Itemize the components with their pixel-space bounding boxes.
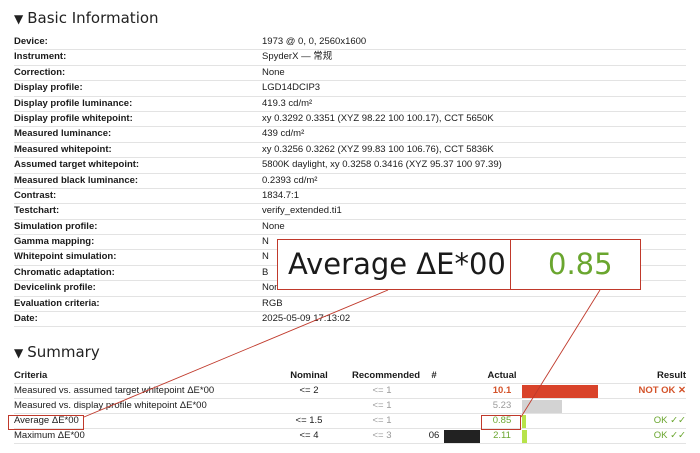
info-key: Instrument: (14, 51, 67, 63)
header-nominal: Nominal (290, 370, 328, 381)
basic-information-title: Basic Information (27, 9, 159, 27)
summary-row: Measured vs. assumed target whitepoint Δ… (14, 384, 686, 399)
summary-actual: 2.11 (493, 430, 511, 441)
info-row: Simulation profile: None (14, 220, 686, 236)
summary-heading[interactable]: ▼ Summary (14, 343, 100, 361)
info-value: None (262, 220, 285, 232)
average-actual-highlight (481, 415, 521, 430)
summary-actual: 5.23 (492, 400, 512, 411)
info-key: Date: (14, 313, 38, 325)
info-key: Evaluation criteria: (14, 297, 100, 309)
info-row: Measured black luminance: 0.2393 cd/m² (14, 174, 686, 189)
info-key: Chromatic adaptation: (14, 266, 115, 278)
summary-nominal: <= 4 (299, 430, 319, 441)
summary-criteria: Maximum ΔE*00 (14, 430, 85, 441)
zoom-label: Average ΔE*00 (288, 247, 506, 281)
info-value: 0.2393 cd/m² (262, 174, 318, 186)
summary-recommended: <= 1 (372, 385, 392, 396)
summary-rows: Measured vs. assumed target whitepoint Δ… (14, 384, 686, 444)
info-value: SpyderX — 常规 (262, 51, 333, 63)
summary-bar (522, 430, 527, 443)
header-result: Result (656, 370, 686, 381)
info-row: Instrument: SpyderX — 常规 (14, 50, 686, 66)
header-recommended: Recommended (352, 370, 421, 381)
info-key: Display profile whitepoint: (14, 112, 133, 124)
info-value: N (262, 236, 269, 248)
info-value: B (262, 266, 269, 278)
header-criteria: Criteria (14, 370, 48, 381)
summary-bar (522, 385, 598, 398)
info-value: RGB (262, 297, 283, 309)
info-row: Evaluation criteria: RGB (14, 297, 686, 313)
info-key: Display profile: (14, 82, 83, 94)
summary-row: Measured vs. display profile whitepoint … (14, 399, 686, 414)
zoom-value: 0.85 (548, 247, 613, 281)
info-key: Simulation profile: (14, 220, 98, 232)
summary-bar (522, 400, 562, 413)
summary-row: Average ΔE*00 <= 1.5 <= 1 0.85 OK ✓✓ (14, 414, 686, 429)
info-key: Measured whitepoint: (14, 143, 112, 155)
summary-nominal: <= 2 (299, 385, 319, 396)
info-key: Testchart: (14, 205, 60, 217)
info-value: verify_extended.ti1 (262, 205, 342, 217)
triangle-down-icon[interactable]: ▼ (14, 346, 23, 360)
info-row: Display profile whitepoint: xy 0.3292 0.3… (14, 112, 686, 128)
info-row: Display profile luminance: 419.3 cd/m² (14, 97, 686, 112)
info-key: Measured black luminance: (14, 174, 139, 186)
triangle-down-icon[interactable]: ▼ (14, 12, 23, 26)
summary-actual: 10.1 (492, 385, 512, 396)
info-value: 1834.7:1 (262, 189, 299, 201)
summary-recommended: <= 1 (372, 400, 392, 411)
info-row: Testchart: verify_extended.ti1 (14, 204, 686, 220)
info-key: Devicelink profile: (14, 282, 96, 294)
info-key: Assumed target whitepoint: (14, 159, 140, 171)
info-key: Measured luminance: (14, 128, 112, 140)
info-key: Whitepoint simulation: (14, 251, 117, 263)
header-hash: # (431, 370, 437, 381)
summary-result: NOT OK ✕ (638, 385, 686, 396)
info-row: Contrast: 1834.7:1 (14, 189, 686, 205)
info-value: 5800K daylight, xy 0.3258 0.3416 (XYZ 95… (262, 159, 502, 171)
info-key: Display profile luminance: (14, 97, 133, 109)
summary-recommended: <= 3 (372, 430, 392, 441)
header-actual: Actual (487, 370, 517, 381)
info-row: Date: 2025-05-09 17:13:02 (14, 312, 686, 328)
info-value: 439 cd/m² (262, 128, 305, 140)
info-value: 419.3 cd/m² (262, 97, 313, 109)
info-row: Measured whitepoint: xy 0.3256 0.3262 (XY… (14, 143, 686, 159)
zoom-callout: Average ΔE*00 0.85 (277, 239, 641, 290)
info-row: Assumed target whitepoint: 5800K daylight… (14, 158, 686, 174)
info-key: Device: (14, 36, 48, 47)
info-row: Display profile: LGD14DCIP3 (14, 81, 686, 97)
info-row: Correction: None (14, 66, 686, 82)
patch-swatch (444, 430, 480, 443)
summary-result: OK ✓✓ (653, 430, 686, 441)
summary-title: Summary (27, 343, 100, 361)
summary-result: OK ✓✓ (653, 415, 686, 426)
info-value: xy 0.3292 0.3351 (XYZ 98.22 100 100.17),… (262, 112, 494, 124)
info-value: 1973 @ 0, 0, 2560x1600 (262, 36, 367, 47)
summary-table: Criteria Nominal Recommended # Actual Re… (14, 369, 686, 444)
summary-nominal: <= 1.5 (295, 415, 323, 426)
info-row: Device: 1973 @ 0, 0, 2560x1600 (14, 35, 686, 51)
summary-criteria: Measured vs. display profile whitepoint … (14, 400, 207, 411)
info-key: Gamma mapping: (14, 236, 95, 248)
summary-bar (522, 415, 526, 428)
average-criteria-highlight (8, 415, 84, 430)
info-row: Measured luminance: 439 cd/m² (14, 127, 686, 143)
info-key: Correction: (14, 66, 66, 78)
zoom-divider (510, 240, 512, 289)
summary-header-row: Criteria Nominal Recommended # Actual Re… (14, 369, 686, 384)
summary-criteria: Measured vs. assumed target whitepoint Δ… (14, 385, 215, 396)
info-value: LGD14DCIP3 (262, 82, 321, 94)
info-key: Contrast: (14, 189, 57, 201)
summary-row: Maximum ΔE*00 <= 4 <= 3 06 2.11 OK ✓✓ (14, 429, 686, 444)
info-value: N (262, 251, 269, 263)
info-value: None (262, 66, 285, 78)
info-value: 2025-05-09 17:13:02 (262, 313, 351, 325)
summary-hash: 06 (428, 430, 440, 441)
info-value: xy 0.3256 0.3262 (XYZ 99.83 100 106.76),… (262, 143, 494, 155)
basic-information-heading[interactable]: ▼ Basic Information (14, 9, 159, 27)
summary-recommended: <= 1 (372, 415, 392, 426)
